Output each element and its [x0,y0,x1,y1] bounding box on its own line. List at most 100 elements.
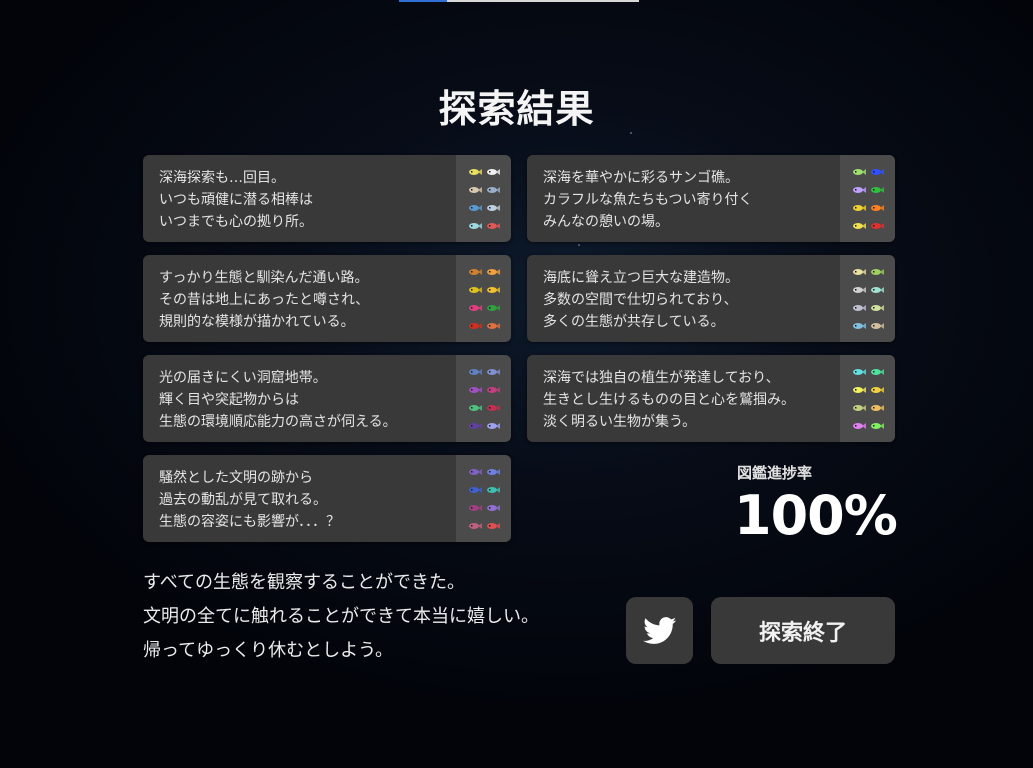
creature-icon [871,287,884,293]
area-description: 深海を華やかに彩るサンゴ礁。 カラフルな魚たちもつい寄り付く みんなの憩いの場。 [543,167,833,233]
area-description: 騒然とした文明の跡から 過去の動乱が見て取れる。 生態の容姿にも影響が．．．？ [159,467,449,533]
area-card[interactable]: 深海では独自の植生が発達しており、 生きとし生けるものの目と心を鷲掴み。 淡く明… [527,355,895,442]
creature-icon [871,269,884,275]
creature-icon-grid [456,355,511,442]
creature-icon [469,523,482,529]
creature-icon [469,187,482,193]
loading-bar [399,0,639,2]
creature-icon [871,369,884,375]
creature-icon [469,469,482,475]
area-description-line: 深海を華やかに彩るサンゴ礁。 [543,170,739,186]
creature-icon [871,205,884,211]
creature-icon [469,323,482,329]
creature-icon [487,405,500,411]
creature-icon-grid [456,255,511,342]
background-speck [578,244,580,246]
creature-icon [853,269,866,275]
page-title: 探索結果 [438,87,595,131]
creature-icon [469,269,482,275]
twitter-icon [642,616,676,644]
area-description-line: みんなの憩いの場。 [543,214,669,230]
area-description-line: 深海探索も…回目。 [159,170,285,186]
area-description-line: 淡く明るい生物が集う。 [543,414,697,430]
area-description-line: すっかり生態と馴染んだ通い路。 [159,270,369,286]
creature-icon [853,205,866,211]
area-card[interactable]: 深海を華やかに彩るサンゴ礁。 カラフルな魚たちもつい寄り付く みんなの憩いの場。 [527,155,895,242]
share-twitter-button[interactable] [626,597,693,664]
creature-icon [871,223,884,229]
creature-icon-grid-svg [469,169,500,229]
area-card[interactable]: 深海探索も…回目。 いつも頑健に潜る相棒は いつまでも心の拠り所。 [143,155,511,242]
creature-icon [487,505,500,511]
loading-bar-fill [399,0,447,2]
progress-label: 図鑑進捗率 [737,464,813,482]
ending-message: すべての生態を観察することができた。 文明の全てに触れることができて本当に嬉しい… [143,566,539,668]
creature-icon [853,423,866,429]
creature-icon [871,169,884,175]
ending-message-line: 帰ってゆっくり休むとしよう。 [143,640,394,661]
creature-icon [469,205,482,211]
creature-icon [487,487,500,493]
area-description-line: 規則的な模様が描かれている。 [159,314,355,330]
creature-icon-grid-svg [469,469,500,529]
creature-icon-grid-svg [469,369,500,429]
creature-icon [469,369,482,375]
creature-icon-grid-svg [853,269,884,329]
creature-icon [487,387,500,393]
creature-icon [487,369,500,375]
creature-icon [469,387,482,393]
area-description-line: いつも頑健に潜る相棒は [159,192,313,208]
creature-icon [853,169,866,175]
ending-message-line: 文明の全てに触れることができて本当に嬉しい。 [143,606,539,627]
progress-value: 100% [734,484,898,547]
creature-icon [853,223,866,229]
creature-icon [871,323,884,329]
creature-icon [871,405,884,411]
creature-icon [487,523,500,529]
creature-icon [853,405,866,411]
creature-icon [487,287,500,293]
area-description-line: いつまでも心の拠り所。 [159,214,313,230]
creature-icon-grid [840,255,895,342]
area-card[interactable]: 光の届きにくい洞窟地帯。 輝く目や突起物からは 生態の環境順応能力の高さが伺える… [143,355,511,442]
end-exploration-button[interactable]: 探索終了 [711,597,895,664]
area-description-line: その昔は地上にあったと噂され、 [159,292,370,308]
creature-icon [469,505,482,511]
creature-icon [469,423,482,429]
creature-icon [487,205,500,211]
creature-icon [853,187,866,193]
area-description-line: 騒然とした文明の跡から [159,470,313,486]
creature-icon [871,423,884,429]
creature-icon-grid [840,155,895,242]
ending-message-line: すべての生態を観察することができた。 [143,572,466,593]
creature-icon [469,405,482,411]
area-description-line: 過去の動乱が見て取れる。 [159,492,327,508]
area-description-line: 深海では独自の植生が発達しており、 [543,370,780,386]
creature-icon [487,269,500,275]
area-card[interactable]: 騒然とした文明の跡から 過去の動乱が見て取れる。 生態の容姿にも影響が．．．？ [143,455,511,542]
area-description: 光の届きにくい洞窟地帯。 輝く目や突起物からは 生態の環境順応能力の高さが伺える… [159,367,449,433]
creature-icon-grid [840,355,895,442]
creature-icon [487,323,500,329]
creature-icon [469,287,482,293]
creature-icon [487,223,500,229]
area-description-line: 生態の容姿にも影響が．．．？ [159,514,341,530]
area-description: 深海では独自の植生が発達しており、 生きとし生けるものの目と心を鷲掴み。 淡く明… [543,367,833,433]
creature-icon [487,469,500,475]
creature-icon [487,305,500,311]
area-description-line: 光の届きにくい洞窟地帯。 [159,370,327,386]
area-card[interactable]: 海底に聳え立つ巨大な建造物。 多数の空間で仕切られており、 多くの生態が共存して… [527,255,895,342]
creature-icon [853,387,866,393]
area-description-line: 生態の環境順応能力の高さが伺える。 [159,414,397,430]
creature-icon [853,305,866,311]
creature-icon [469,305,482,311]
area-description-line: 生きとし生けるものの目と心を鷲掴み。 [543,392,795,408]
creature-icon-grid [456,155,511,242]
creature-icon-grid-svg [853,369,884,429]
creature-icon-grid-svg [853,169,884,229]
creature-icon [853,369,866,375]
creature-icon [487,169,500,175]
creature-icon [871,187,884,193]
creature-icon [487,187,500,193]
area-card[interactable]: すっかり生態と馴染んだ通い路。 その昔は地上にあったと噂され、 規則的な模様が描… [143,255,511,342]
